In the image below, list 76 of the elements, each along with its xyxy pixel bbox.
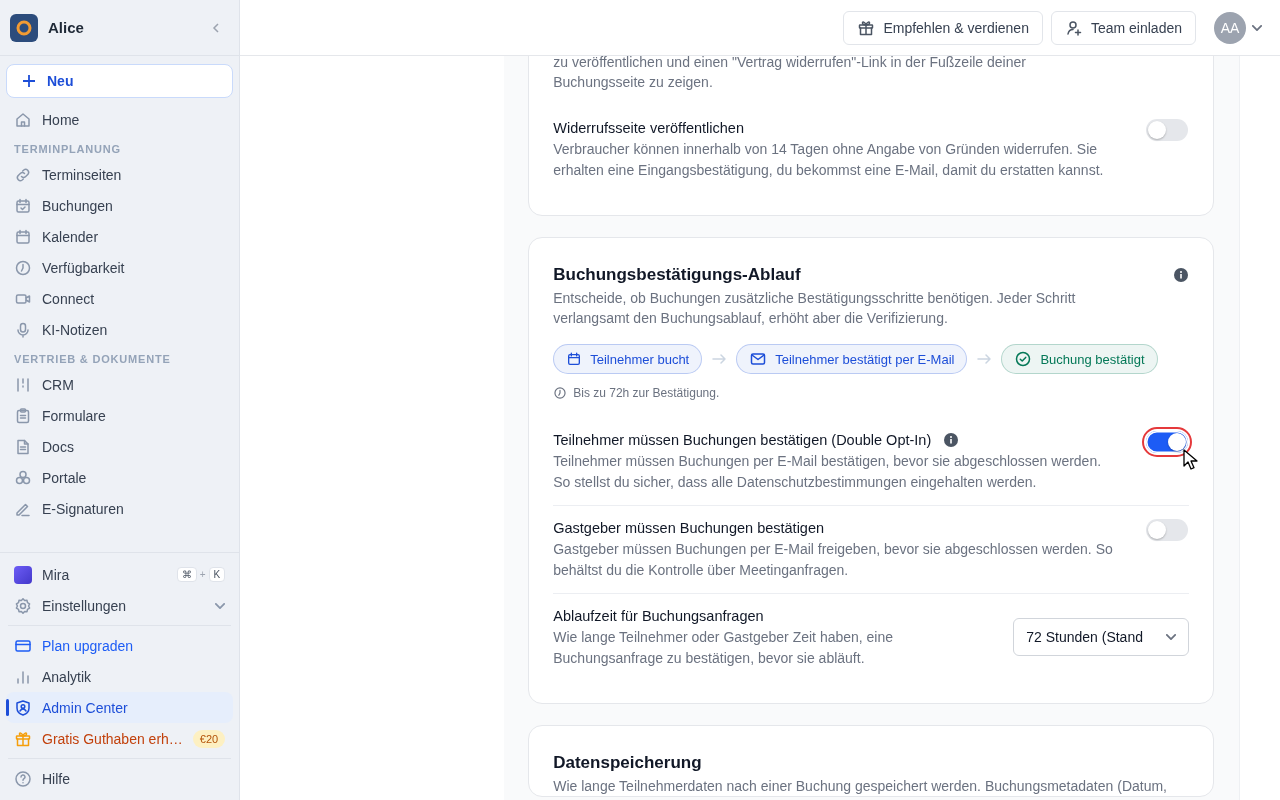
- plus-sign: +: [199, 569, 206, 580]
- clipboard-icon: [14, 406, 32, 425]
- card-title: Datenspeicherung: [553, 752, 702, 774]
- assistant-logo: [14, 565, 32, 584]
- gear-icon: [14, 596, 32, 615]
- gift-icon: [857, 18, 876, 37]
- card-title: Buchungsbestätigungs-Ablauf: [553, 264, 801, 286]
- nav-item[interactable]: Gratis Guthaben erh… €20: [6, 723, 234, 754]
- keyboard-key: ⌘: [176, 567, 197, 582]
- mouse-cursor-icon: [1183, 449, 1200, 471]
- setting-description: Verbraucher können innerhalb von 14 Tagen ohne Angabe von Gründen widerrufen. Sie erhalten eine Eingangsbestätigung, du bekommst eine E-Mail, damit du erstatten kannst.: [553, 140, 1105, 180]
- setting-title: Ablaufzeit für Buchungsanfragen: [553, 607, 764, 626]
- shield-user-icon: [14, 698, 32, 717]
- chevron-down-icon: [215, 602, 226, 609]
- dropdown-select[interactable]: 72 Stunden (Stand: [1013, 618, 1190, 656]
- nav-item[interactable]: CRM: [6, 369, 234, 400]
- user-plus-icon: [1064, 18, 1083, 37]
- info-icon[interactable]: [943, 432, 960, 448]
- nav-item[interactable]: KI-Notizen: [6, 314, 234, 345]
- step-pill: Teilnehmer bucht: [553, 344, 703, 374]
- nav-item[interactable]: Plan upgraden: [6, 630, 234, 661]
- credit-badge: €20: [192, 729, 226, 748]
- microphone-icon: [14, 320, 32, 339]
- nav-item[interactable]: Admin Center: [6, 692, 234, 723]
- document-icon: [14, 437, 32, 456]
- keyboard-key: K: [208, 567, 226, 582]
- nav-item[interactable]: Docs: [6, 431, 234, 462]
- nav-item[interactable]: Portale: [6, 462, 234, 493]
- card-description: Wie lange Teilnehmerdaten nach einer Buchung gespeichert werden. Buchungsmetadaten (Datum,: [553, 777, 1168, 796]
- calendar-icon: [566, 351, 583, 367]
- setting-title: Teilnehmer müssen Buchungen bestätigen (Double Opt-In): [553, 431, 932, 450]
- nav-item[interactable]: Verfügbarkeit: [6, 252, 234, 283]
- home-icon: [14, 110, 32, 129]
- envelope-icon: [749, 350, 768, 368]
- clock-icon: [553, 386, 568, 400]
- card-description: zu veröffentlichen und einen "Vertrag widerrufen"-Link in der Fußzeile deiner Buchungsseite zu zeigen.: [553, 53, 1027, 92]
- setting-title: Widerrufsseite veröffentlichen: [553, 119, 744, 138]
- header-button[interactable]: Empfehlen & verdienen: [843, 10, 1043, 45]
- hint-text: Bis zu 72h zur Bestätigung.: [573, 386, 720, 400]
- nav-item[interactable]: Formulare: [6, 400, 234, 431]
- section-heading: TERMINPLANUNG: [13, 142, 122, 157]
- calendar-check-icon: [14, 196, 32, 215]
- step-pill: Teilnehmer bestätigt per E-Mail: [736, 344, 968, 374]
- toggle-switch[interactable]: [1142, 427, 1193, 457]
- info-icon[interactable]: [1173, 267, 1190, 283]
- chevron-down-icon: [1252, 24, 1262, 31]
- circles-icon: [14, 468, 32, 487]
- calendar-icon: [14, 227, 32, 246]
- nav-item[interactable]: Terminseiten: [6, 159, 234, 190]
- nav-item[interactable]: Einstellungen: [6, 590, 234, 621]
- new-button[interactable]: Neu: [6, 64, 234, 98]
- nav-item[interactable]: Analytik: [6, 661, 234, 692]
- header-button[interactable]: Team einladen: [1050, 10, 1196, 45]
- plus-icon: [21, 73, 37, 89]
- nav-item[interactable]: Home: [6, 104, 234, 135]
- nav-item[interactable]: Buchungen: [6, 190, 234, 221]
- section-heading: VERTRIEB & DOKUMENTE: [13, 352, 172, 367]
- card-description: Entscheide, ob Buchungen zusätzliche Bestätigungsschritte benötigen. Jeder Schritt verlangsamt den Buchungsablauf, erhöht aber die Verifizierung.: [553, 289, 1077, 328]
- nav-item[interactable]: Connect: [6, 283, 234, 314]
- step-pill: Buchung bestätigt: [1001, 344, 1158, 374]
- nav-item[interactable]: E-Signaturen: [6, 493, 234, 524]
- chevron-down-icon: [1166, 634, 1177, 640]
- nav-item[interactable]: Kalender: [6, 221, 234, 252]
- setting-description: Gastgeber müssen Buchungen per E-Mail freigeben, bevor sie abgeschlossen werden. So behältst du die Kontrolle über Meetinganfragen.: [553, 540, 1114, 580]
- clock-icon: [14, 258, 32, 277]
- setting-title: Gastgeber müssen Buchungen bestätigen: [553, 519, 825, 538]
- workspace-logo: [10, 13, 38, 42]
- workspace-name: Alice: [48, 19, 85, 36]
- nav-item[interactable]: Hilfe: [6, 763, 234, 794]
- vertical-bars-icon: [14, 375, 32, 394]
- setting-description: Teilnehmer müssen Buchungen per E-Mail bestätigen, bevor sie abgeschlossen werden. So stellst du sicher, dass alle Datenschutzbestimmungen eingehalten werden.: [553, 452, 1103, 492]
- check-circle-icon: [1014, 350, 1033, 368]
- gift-icon: [14, 729, 32, 748]
- help-icon: [14, 769, 32, 788]
- setting-description: Wie lange Teilnehmer oder Gastgeber Zeit haben, eine Buchungsanfrage zu bestätigen, bevor sie abläuft.: [553, 628, 895, 668]
- nav-item[interactable]: Mira ⌘ + K: [6, 559, 234, 590]
